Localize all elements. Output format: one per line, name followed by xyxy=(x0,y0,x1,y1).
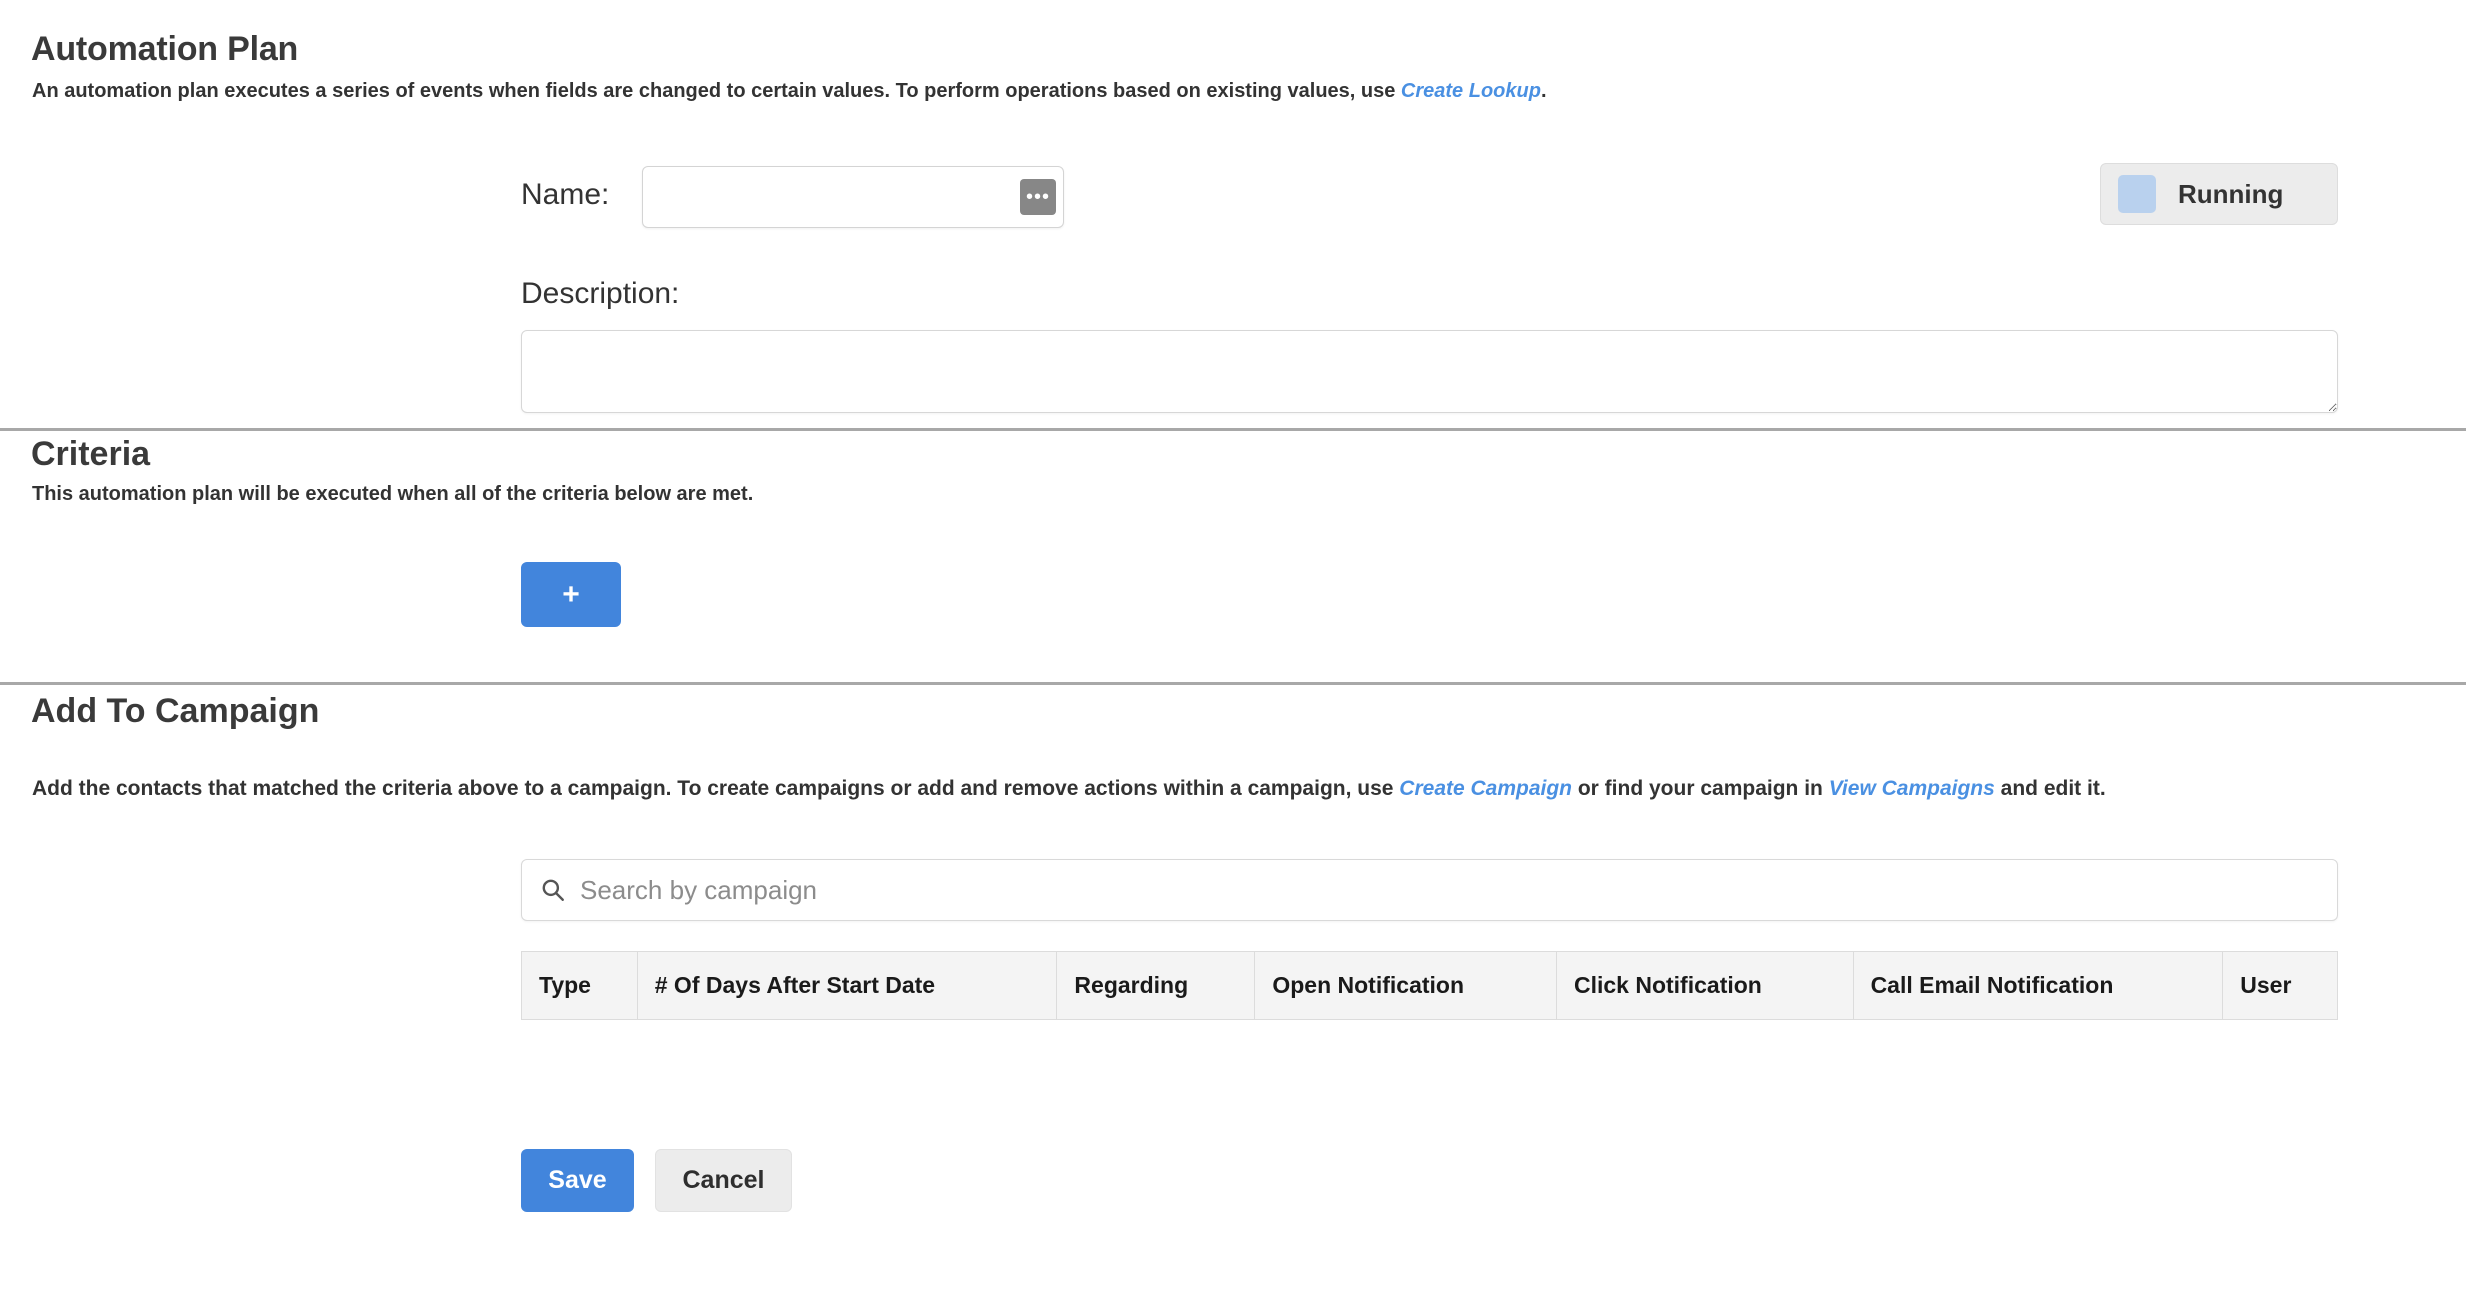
column-header-days-after-start-date[interactable]: # Of Days After Start Date xyxy=(636,951,1058,1020)
campaign-section-title: Add To Campaign xyxy=(31,692,320,730)
description-textarea[interactable] xyxy=(521,330,2338,413)
campaign-search-container xyxy=(521,859,2338,921)
page-description: An automation plan executes a series of … xyxy=(32,80,1547,103)
campaign-search-input[interactable] xyxy=(580,870,2337,910)
status-badge-label: Running xyxy=(2178,178,2284,209)
add-criteria-button[interactable]: + xyxy=(521,562,621,627)
name-label: Name: xyxy=(521,178,610,211)
page-title: Automation Plan xyxy=(31,30,299,68)
campaign-description-part2: or find your campaign in xyxy=(1572,777,1829,800)
description-label: Description: xyxy=(521,277,680,310)
column-header-user[interactable]: User xyxy=(2222,951,2338,1020)
create-lookup-link[interactable]: Create Lookup xyxy=(1401,80,1541,102)
column-header-regarding[interactable]: Regarding xyxy=(1056,951,1256,1020)
criteria-section-description: This automation plan will be executed wh… xyxy=(32,483,754,505)
campaign-table-head: Type # Of Days After Start Date Regardin… xyxy=(521,951,2338,1020)
column-header-call-email-notification[interactable]: Call Email Notification xyxy=(1852,951,2224,1020)
column-header-click-notification[interactable]: Click Notification xyxy=(1555,951,1854,1020)
name-input[interactable] xyxy=(643,167,1019,227)
campaign-table-header-row: Type # Of Days After Start Date Regardin… xyxy=(521,951,2338,1020)
page-description-text-after: . xyxy=(1540,80,1547,102)
cancel-button[interactable]: Cancel xyxy=(655,1149,792,1212)
column-header-open-notification[interactable]: Open Notification xyxy=(1254,951,1557,1020)
search-icon xyxy=(542,879,564,901)
campaign-description-part1: Add the contacts that matched the criter… xyxy=(32,777,1400,800)
campaign-description-part3: and edit it. xyxy=(1994,777,2106,800)
campaign-actions-table: Type # Of Days After Start Date Regardin… xyxy=(521,951,2338,1020)
name-field-container: ••• xyxy=(642,166,1064,228)
page-description-text-before: An automation plan executes a series of … xyxy=(32,80,1401,102)
name-lookup-ellipsis-button[interactable]: ••• xyxy=(1020,179,1056,215)
section-divider-campaign xyxy=(0,682,2466,685)
create-campaign-link[interactable]: Create Campaign xyxy=(1399,777,1572,800)
view-campaigns-link[interactable]: View Campaigns xyxy=(1829,777,1995,800)
column-header-type[interactable]: Type xyxy=(521,951,638,1020)
save-button[interactable]: Save xyxy=(521,1149,634,1212)
campaign-section-description: Add the contacts that matched the criter… xyxy=(32,777,2106,801)
status-color-swatch-icon xyxy=(2118,175,2156,213)
status-badge-running[interactable]: Running xyxy=(2100,163,2338,225)
section-divider-criteria xyxy=(0,428,2466,431)
automation-plan-page: Automation Plan An automation plan execu… xyxy=(0,0,2466,1306)
criteria-section-title: Criteria xyxy=(31,435,151,473)
